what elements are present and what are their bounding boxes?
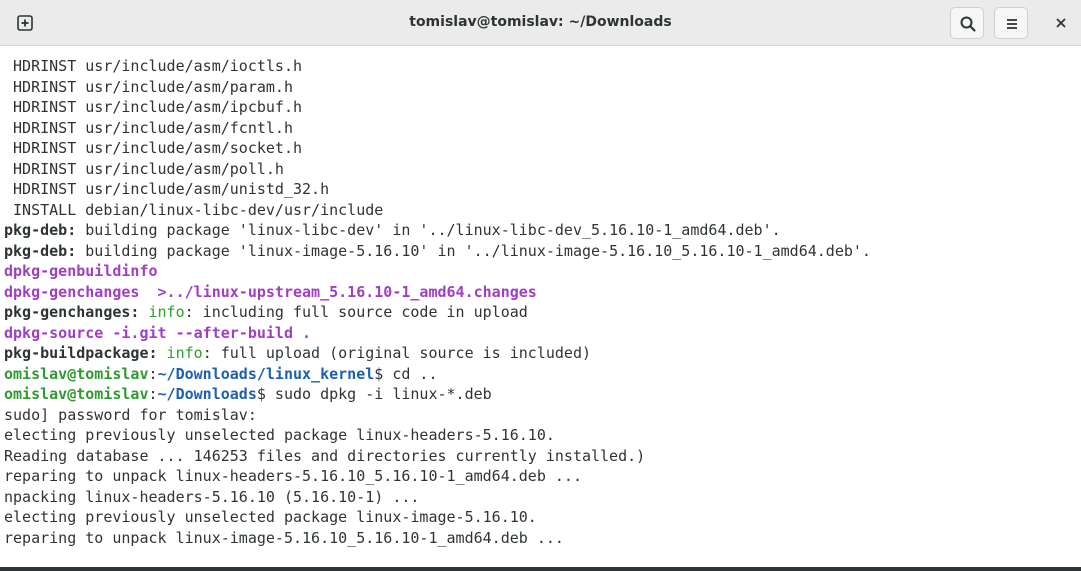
terminal-line: reparing to unpack linux-headers-5.16.10… <box>4 466 1079 487</box>
terminal-line: HDRINST usr/include/asm/ipcbuf.h <box>4 97 1079 118</box>
output-text: INSTALL debian/linux-libc-dev/usr/includ… <box>4 200 384 219</box>
window-title: tomislav@tomislav: ~/Downloads <box>409 14 672 30</box>
terminal-line: HDRINST usr/include/asm/socket.h <box>4 138 1079 159</box>
menu-button[interactable] <box>994 7 1028 39</box>
tool-prefix: pkg-genchanges: <box>4 303 140 321</box>
title-bar[interactable]: tomislav@tomislav: ~/Downloads <box>0 0 1081 46</box>
output-text: HDRINST usr/include/asm/poll.h <box>4 159 284 178</box>
prompt-path: ~/Downloads/linux_kernel <box>157 364 375 383</box>
terminal-line: Reading database ... 146253 files and di… <box>4 446 1079 467</box>
output-text: reparing to unpack linux-image-5.16.10_5… <box>4 528 564 547</box>
output-text: $ sudo dpkg -i linux-*.deb <box>256 385 492 403</box>
output-text: electing previously unselected package l… <box>4 426 555 444</box>
output-text: electing previously unselected package l… <box>4 508 537 526</box>
hamburger-menu-icon <box>1007 19 1017 29</box>
terminal-window: tomislav@tomislav: ~/Downloads HDRINST u… <box>0 0 1081 571</box>
terminal-line: dpkg-genbuildinfo <box>4 261 1079 282</box>
command-echo: dpkg-genchanges >../linux-upstream_5.16.… <box>4 282 537 301</box>
terminal-line: HDRINST usr/include/asm/poll.h <box>4 159 1079 180</box>
terminal-output[interactable]: HDRINST usr/include/asm/ioctls.h HDRINST… <box>4 56 1079 566</box>
output-text: sudo] password for tomislav: <box>4 405 257 424</box>
output-text: Reading database ... 146253 files and di… <box>4 446 646 465</box>
command-echo: dpkg-source -i.git --after-build . <box>4 323 312 342</box>
prompt-user: omislav@tomislav <box>4 364 149 383</box>
terminal-line: HDRINST usr/include/asm/ioctls.h <box>4 56 1079 77</box>
output-text: HDRINST usr/include/asm/ipcbuf.h <box>4 98 303 116</box>
terminal-line: dpkg-source -i.git --after-build . <box>4 323 1079 344</box>
prompt-path: ~/Downloads <box>157 385 257 403</box>
terminal-line: electing previously unselected package l… <box>4 507 1079 528</box>
output-text: HDRINST usr/include/asm/param.h <box>4 77 293 96</box>
bottom-border <box>0 567 1081 571</box>
tool-prefix: pkg-buildpackage: <box>4 344 158 362</box>
output-text: reparing to unpack linux-headers-5.16.10… <box>4 467 582 485</box>
terminal-line: reparing to unpack linux-image-5.16.10_5… <box>4 528 1079 549</box>
search-icon <box>960 16 976 32</box>
output-text: building package 'linux-image-5.16.10' i… <box>76 241 871 260</box>
command-echo: dpkg-genbuildinfo <box>4 262 158 280</box>
search-button[interactable] <box>950 7 984 39</box>
prompt-colon: : <box>148 364 158 383</box>
terminal-line: omislav@tomislav:~/Downloads/linux_kerne… <box>4 364 1079 385</box>
output-text: HDRINST usr/include/asm/unistd_32.h <box>4 180 330 198</box>
terminal-line: pkg-genchanges: info: including full sou… <box>4 302 1079 323</box>
output-text: HDRINST usr/include/asm/socket.h <box>4 139 303 157</box>
output-text: : including full source code in upload <box>184 303 528 321</box>
terminal-line: npacking linux-headers-5.16.10 (5.16.10-… <box>4 487 1079 508</box>
terminal-line: dpkg-genchanges >../linux-upstream_5.16.… <box>4 282 1079 303</box>
close-icon[interactable] <box>1054 16 1068 30</box>
output-text: $ cd .. <box>374 364 438 383</box>
output-text: npacking linux-headers-5.16.10 (5.16.10-… <box>4 487 420 506</box>
prompt-user: omislav@tomislav <box>4 385 149 403</box>
output-text: building package 'linux-libc-dev' in '..… <box>76 221 781 239</box>
terminal-line: electing previously unselected package l… <box>4 425 1079 446</box>
terminal-line: sudo] password for tomislav: <box>4 405 1079 426</box>
terminal-line: pkg-deb: building package 'linux-libc-de… <box>4 220 1079 241</box>
terminal-line: INSTALL debian/linux-libc-dev/usr/includ… <box>4 200 1079 221</box>
tool-prefix: pkg-deb: <box>4 221 77 239</box>
output-text: HDRINST usr/include/asm/ioctls.h <box>4 57 303 75</box>
terminal-line: HDRINST usr/include/asm/param.h <box>4 77 1079 98</box>
terminal-line: HDRINST usr/include/asm/fcntl.h <box>4 118 1079 139</box>
prompt-colon: : <box>148 385 158 403</box>
output-text: HDRINST usr/include/asm/fcntl.h <box>4 118 293 137</box>
tool-prefix: pkg-deb: <box>4 241 77 260</box>
terminal-line: pkg-deb: building package 'linux-image-5… <box>4 241 1079 262</box>
info-tag: info <box>139 303 185 321</box>
terminal-line: omislav@tomislav:~/Downloads$ sudo dpkg … <box>4 384 1079 405</box>
terminal-line: HDRINST usr/include/asm/unistd_32.h <box>4 179 1079 200</box>
terminal-line: pkg-buildpackage: info: full upload (ori… <box>4 343 1079 364</box>
info-tag: info <box>157 344 203 362</box>
output-text: : full upload (original source is includ… <box>202 344 592 362</box>
